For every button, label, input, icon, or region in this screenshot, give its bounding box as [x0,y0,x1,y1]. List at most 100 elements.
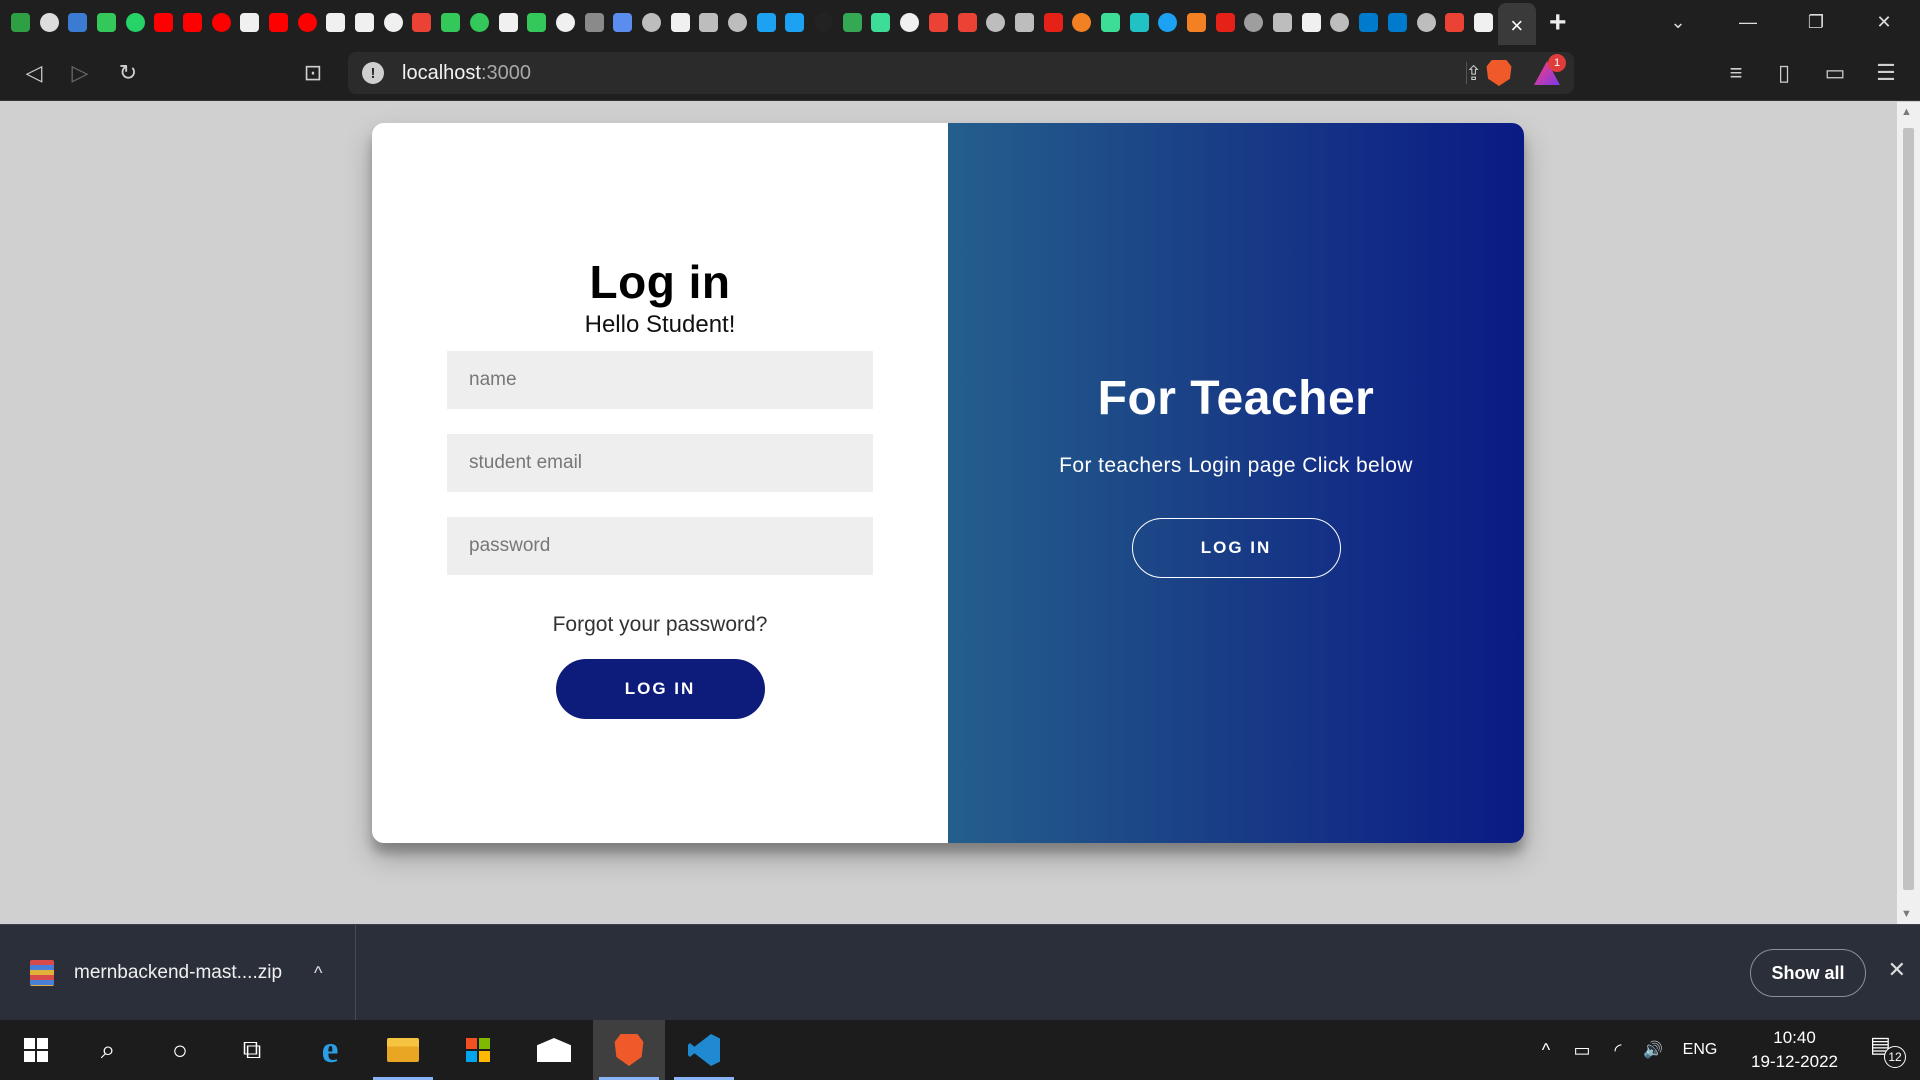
url-text[interactable]: localhost:3000 [402,62,531,85]
close-tab-icon[interactable]: × [1510,13,1523,39]
tab-favicon-icon[interactable] [1067,0,1096,45]
tab-favicon-icon[interactable] [465,0,494,45]
tab-favicon-icon[interactable] [1154,0,1183,45]
tab-favicon-icon[interactable] [608,0,637,45]
new-tab-button[interactable]: + [1536,0,1580,45]
close-download-shelf-icon[interactable]: ✕ [1888,957,1906,983]
notification-center-icon[interactable]: ▤ 12 [1870,1032,1906,1068]
tab-favicon-icon[interactable] [1211,0,1240,45]
tab-favicon-icon[interactable] [1096,0,1125,45]
sidebar-icon[interactable]: ▯ [1764,53,1804,93]
wallet-icon[interactable]: ▭ [1815,53,1855,93]
tab-favicon-icon[interactable] [1469,0,1498,45]
tab-favicon-icon[interactable] [63,0,92,45]
chevron-up-icon[interactable]: ^ [314,963,322,984]
tab-favicon-icon[interactable] [1326,0,1355,45]
playlist-icon[interactable]: ≡ [1716,53,1756,93]
tab-favicon-icon[interactable] [953,0,982,45]
menu-icon[interactable]: ☰ [1866,53,1906,93]
tab-favicon-icon[interactable] [895,0,924,45]
start-button[interactable] [0,1020,72,1080]
reload-icon[interactable]: ↻ [108,53,148,93]
scroll-down-icon[interactable]: ▼ [1901,908,1912,920]
tab-search-icon[interactable]: ⌄ [1644,0,1712,45]
tab-favicon-icon[interactable] [1440,0,1469,45]
tab-favicon-icon[interactable] [924,0,953,45]
tab-favicon-icon[interactable] [522,0,551,45]
tab-favicon-icon[interactable] [1412,0,1441,45]
tray-expand-icon[interactable]: ^ [1532,1020,1560,1080]
cortana-icon[interactable]: ○ [144,1020,216,1080]
vscode-icon[interactable] [668,1020,740,1080]
tab-favicon-icon[interactable] [236,0,265,45]
tab-favicon-icon[interactable] [551,0,580,45]
name-input[interactable] [447,351,873,409]
tab-favicon-icon[interactable] [981,0,1010,45]
brave-shields-icon[interactable] [1486,60,1512,86]
back-icon[interactable]: ◁ [14,53,54,93]
tab-favicon-icon[interactable] [494,0,523,45]
show-all-downloads-button[interactable]: Show all [1750,949,1866,997]
download-item[interactable]: mernbackend-mast....zip ^ [0,925,356,1021]
tab-favicon-icon[interactable] [408,0,437,45]
tab-favicon-icon[interactable] [1383,0,1412,45]
tab-favicon-icon[interactable] [207,0,236,45]
tab-favicon-icon[interactable] [264,0,293,45]
tab-favicon-icon[interactable] [35,0,64,45]
tab-favicon-icon[interactable] [637,0,666,45]
tab-favicon-icon[interactable] [178,0,207,45]
wifi-icon[interactable]: ◜ [1604,1020,1632,1080]
tab-favicon-icon[interactable] [580,0,609,45]
tab-favicon-icon[interactable] [6,0,35,45]
tab-favicon-icon[interactable] [322,0,351,45]
tab-favicon-icon[interactable] [1125,0,1154,45]
share-icon[interactable]: ⇪ [1465,61,1482,86]
edge-icon[interactable]: e [294,1020,366,1080]
tab-favicon-icon[interactable] [1240,0,1269,45]
tab-favicon-icon[interactable] [781,0,810,45]
task-view-icon[interactable]: ⧉ [216,1020,288,1080]
file-explorer-icon[interactable] [367,1020,439,1080]
tab-favicon-icon[interactable] [436,0,465,45]
tab-favicon-icon[interactable] [293,0,322,45]
tab-favicon-icon[interactable] [379,0,408,45]
language-indicator[interactable]: ENG [1672,1020,1728,1080]
tab-favicon-icon[interactable] [1297,0,1326,45]
tab-favicon-icon[interactable] [1039,0,1068,45]
search-icon[interactable]: ⌕ [72,1020,144,1080]
tab-favicon-icon[interactable] [350,0,379,45]
tab-favicon-icon[interactable] [695,0,724,45]
student-email-input[interactable] [447,434,873,492]
tab-favicon-icon[interactable] [666,0,695,45]
student-login-button[interactable]: LOG IN [555,659,765,719]
tab-favicon-icon[interactable] [149,0,178,45]
tab-favicon-icon[interactable] [1354,0,1383,45]
system-clock[interactable]: 10:40 19-12-2022 [1751,1026,1838,1074]
active-tab[interactable]: × [1497,3,1536,48]
teacher-login-button[interactable]: LOG IN [1131,518,1341,578]
scroll-thumb[interactable] [1903,128,1914,890]
password-input[interactable] [447,517,873,575]
tab-favicon-icon[interactable] [838,0,867,45]
battery-icon[interactable]: ▭ [1568,1020,1596,1080]
forgot-password-link[interactable]: Forgot your password? [553,613,768,637]
tab-favicon-icon[interactable] [867,0,896,45]
download-file-name[interactable]: mernbackend-mast....zip [74,962,282,984]
tab-favicon-icon[interactable] [1268,0,1297,45]
scroll-up-icon[interactable]: ▲ [1901,106,1912,118]
mail-icon[interactable] [518,1020,590,1080]
volume-icon[interactable]: 🔊 [1638,1020,1668,1080]
microsoft-store-icon[interactable] [442,1020,514,1080]
tab-favicon-icon[interactable] [1010,0,1039,45]
tab-favicon-icon[interactable] [1182,0,1211,45]
bookmark-icon[interactable]: ⊡ [293,53,333,93]
tab-favicon-icon[interactable] [723,0,752,45]
tab-favicon-icon[interactable] [809,0,838,45]
restore-button[interactable]: ❐ [1782,0,1850,45]
site-info-icon[interactable]: ! [362,62,384,84]
page-scrollbar[interactable]: ▲ ▼ [1897,102,1920,924]
close-window-button[interactable]: ✕ [1850,0,1918,45]
brave-browser-icon[interactable] [593,1020,665,1080]
minimize-button[interactable]: — [1714,0,1782,45]
forward-icon[interactable]: ▷ [60,53,100,93]
